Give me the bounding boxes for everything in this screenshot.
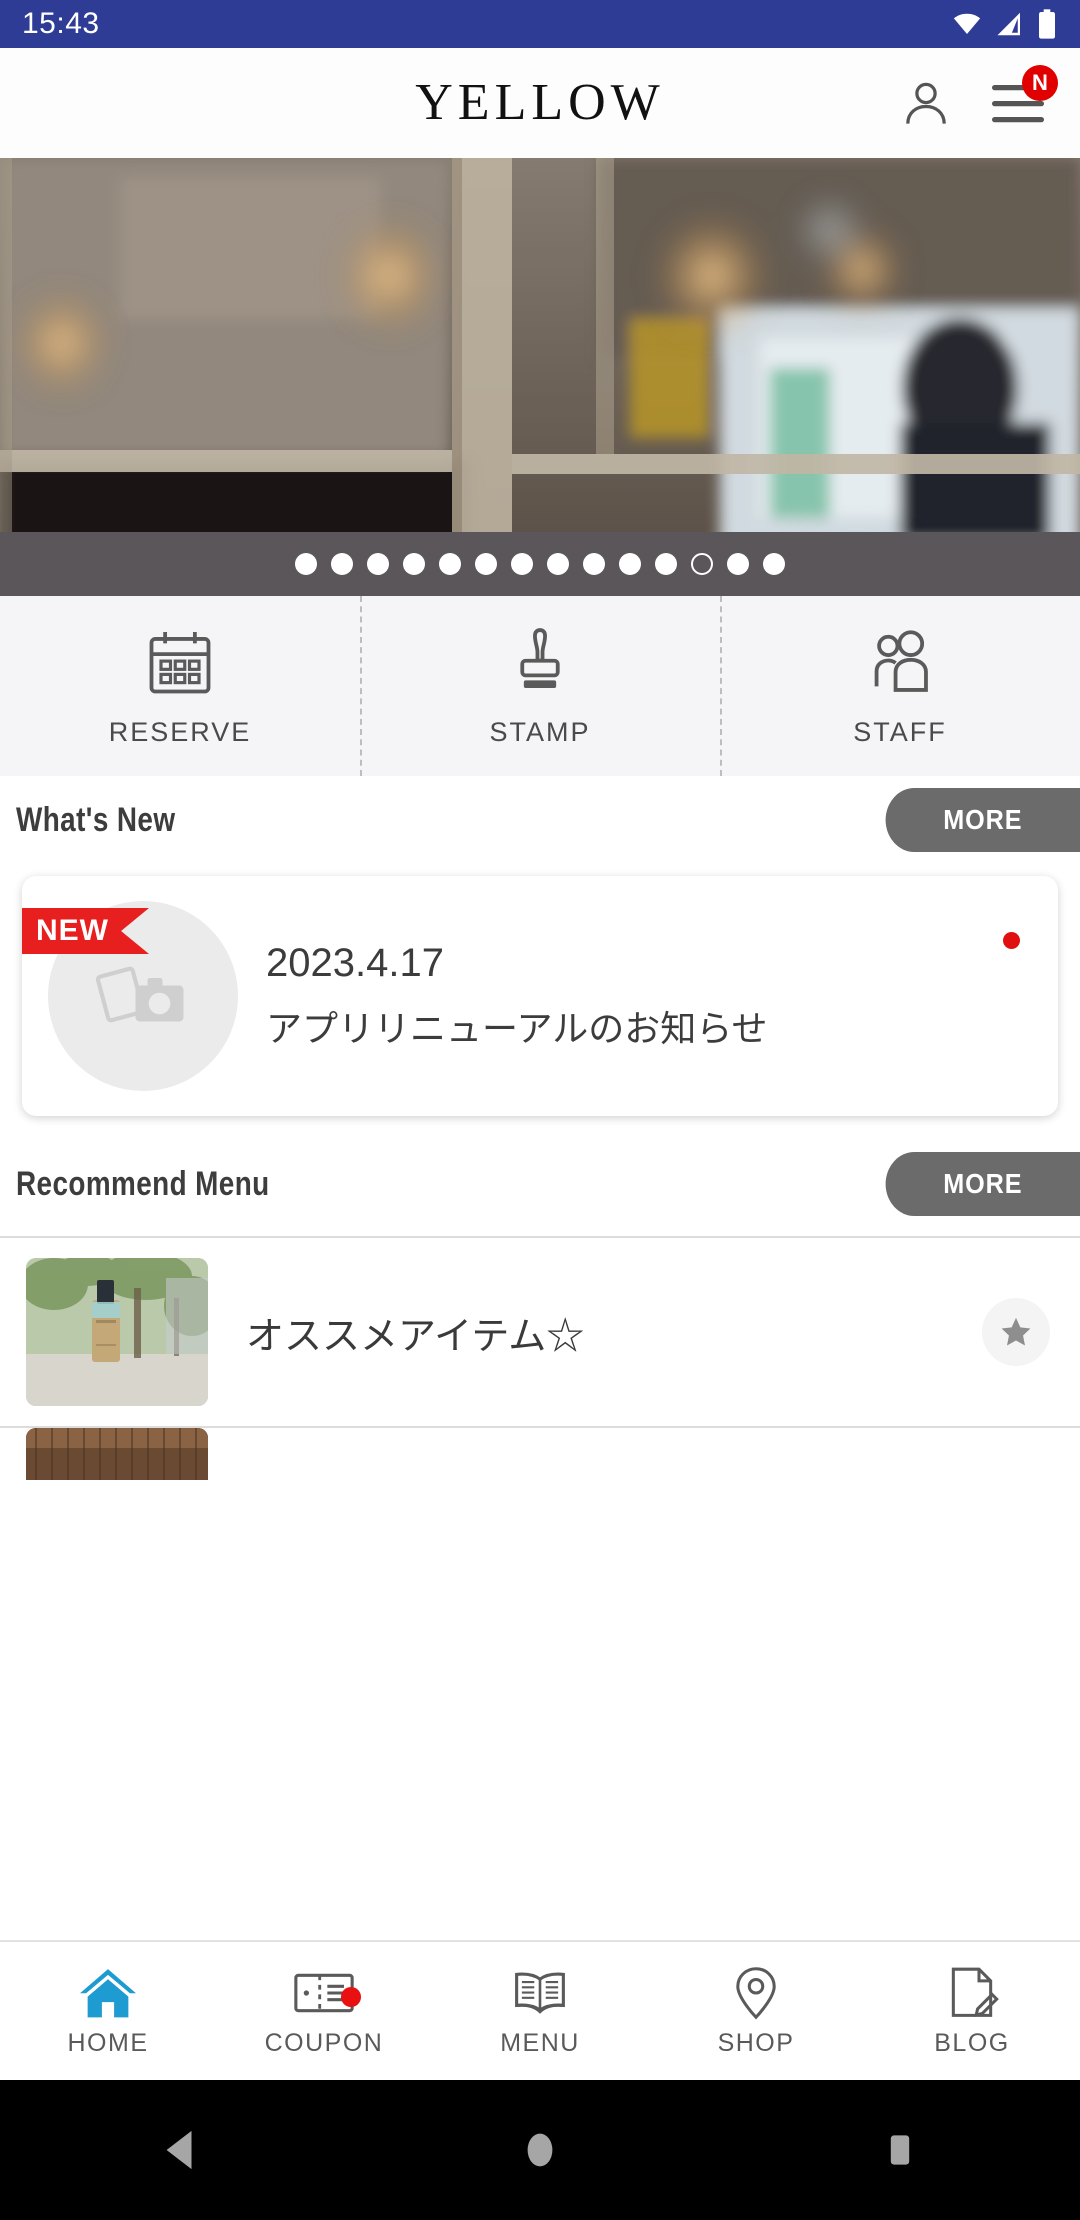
- quick-action-staff[interactable]: STAFF: [720, 596, 1080, 776]
- app-header: YELLOW N: [0, 48, 1080, 158]
- recommend-menu-more-button[interactable]: MORE: [885, 1152, 1080, 1216]
- nav-label: MENU: [500, 2028, 580, 2057]
- carousel-dot[interactable]: [511, 553, 533, 575]
- book-icon: [515, 1972, 565, 2014]
- section-title-recommend-menu: Recommend Menu: [16, 1164, 270, 1203]
- location-pin-icon: [736, 1966, 776, 2019]
- stamp-icon: [520, 627, 560, 688]
- battery-icon: [1039, 9, 1055, 39]
- nav-item-coupon[interactable]: COUPON: [216, 1965, 432, 2058]
- status-bar: 15:43: [0, 0, 1080, 48]
- nav-item-blog[interactable]: BLOG: [864, 1965, 1080, 2058]
- carousel-dot[interactable]: [475, 553, 497, 575]
- nav-item-home[interactable]: HOME: [0, 1965, 216, 2058]
- nav-item-shop[interactable]: SHOP: [648, 1965, 864, 2058]
- carousel-dot[interactable]: [403, 553, 425, 575]
- status-time: 15:43: [22, 7, 100, 40]
- quick-action-label: STAMP: [489, 716, 591, 747]
- carousel-dots[interactable]: [0, 532, 1080, 596]
- news-item[interactable]: NEW 2023.4.17 アプリリニューアルのお知らせ: [22, 876, 1058, 1116]
- image-placeholder-icon: [95, 966, 184, 1023]
- recommend-menu-header: Recommend Menu MORE: [0, 1140, 1080, 1228]
- news-title: アプリリニューアルのお知らせ: [266, 1007, 768, 1049]
- android-back-button[interactable]: [120, 2080, 240, 2220]
- menu-item-name: オススメアイテム☆: [246, 1315, 585, 1358]
- hero-carousel[interactable]: [0, 158, 1080, 596]
- home-icon: [80, 1968, 136, 2017]
- nav-label: BLOG: [934, 2028, 1010, 2057]
- recommend-menu-list: オススメアイテム☆: [0, 1236, 1080, 1480]
- news-text: 2023.4.17 アプリリニューアルのお知らせ: [266, 941, 767, 1052]
- quick-action-stamp[interactable]: STAMP: [360, 596, 720, 776]
- android-recents-button[interactable]: [840, 2080, 960, 2220]
- news-date: 2023.4.17: [266, 940, 444, 985]
- wifi-icon: [953, 13, 981, 34]
- carousel-dot[interactable]: [655, 553, 677, 575]
- menu-item-thumbnail: [26, 1258, 208, 1406]
- status-icons: [950, 8, 1058, 40]
- whats-new-list: NEW 2023.4.17 アプリリニューアルのお知らせ: [0, 864, 1080, 1116]
- hair-style-photo: [26, 1428, 208, 1480]
- carousel-dot[interactable]: [727, 553, 749, 575]
- section-title-whats-new: What's New: [16, 800, 176, 839]
- carousel-dot[interactable]: [619, 553, 641, 575]
- document-pencil-icon: [951, 1967, 999, 2017]
- recents-square-icon: [890, 2135, 910, 2165]
- carousel-dot[interactable]: [439, 553, 461, 575]
- nav-item-menu[interactable]: MENU: [432, 1965, 648, 2058]
- menu-item-thumbnail: [26, 1428, 208, 1480]
- person-icon: [906, 82, 946, 124]
- back-triangle-icon: [166, 2130, 192, 2170]
- android-home-button[interactable]: [480, 2080, 600, 2220]
- carousel-dot-active[interactable]: [691, 553, 713, 575]
- nav-label: COUPON: [264, 2028, 384, 2057]
- android-system-nav: [0, 2080, 1080, 2220]
- people-icon: [874, 629, 928, 692]
- carousel-dot[interactable]: [295, 553, 317, 575]
- carousel-dot[interactable]: [583, 553, 605, 575]
- carousel-dot[interactable]: [331, 553, 353, 575]
- whats-new-header: What's New MORE: [0, 776, 1080, 864]
- carousel-dot[interactable]: [763, 553, 785, 575]
- hamburger-menu-button[interactable]: N: [990, 65, 1058, 131]
- signal-icon: [997, 12, 1020, 36]
- nav-label: SHOP: [717, 2028, 795, 2057]
- quick-action-label: RESERVE: [108, 716, 252, 747]
- account-button[interactable]: [898, 75, 954, 131]
- quick-action-reserve[interactable]: RESERVE: [0, 596, 360, 776]
- news-unread-dot: [1003, 932, 1020, 949]
- calendar-icon: [149, 631, 211, 693]
- carousel-dot[interactable]: [547, 553, 569, 575]
- quick-actions-row: RESERVE STAMP STAFF: [0, 596, 1080, 776]
- carousel-dot[interactable]: [367, 553, 389, 575]
- menu-item-row[interactable]: オススメアイテム☆: [0, 1236, 1080, 1426]
- star-icon: [1001, 1317, 1031, 1346]
- menu-notification-badge: N: [1022, 65, 1058, 101]
- coupon-badge-dot: [341, 1986, 362, 2007]
- menu-item-favorite-button[interactable]: [982, 1298, 1050, 1366]
- hero-image: [0, 158, 1080, 596]
- product-bottle-photo: [26, 1258, 208, 1406]
- app-screen: 15:43 YELLOW N RESERVE STAMP STAFF What'…: [0, 0, 1080, 2220]
- home-circle-icon: [527, 2133, 553, 2167]
- quick-action-label: STAFF: [853, 716, 947, 747]
- bottom-navigation: HOME COUPON MENU SHOP BLOG: [0, 1940, 1080, 2080]
- header-actions: N: [898, 65, 1080, 131]
- nav-label: HOME: [67, 2028, 149, 2057]
- salon-interior-photo: [0, 158, 1080, 596]
- whats-new-more-button[interactable]: MORE: [885, 788, 1080, 852]
- menu-item-row[interactable]: [0, 1426, 1080, 1480]
